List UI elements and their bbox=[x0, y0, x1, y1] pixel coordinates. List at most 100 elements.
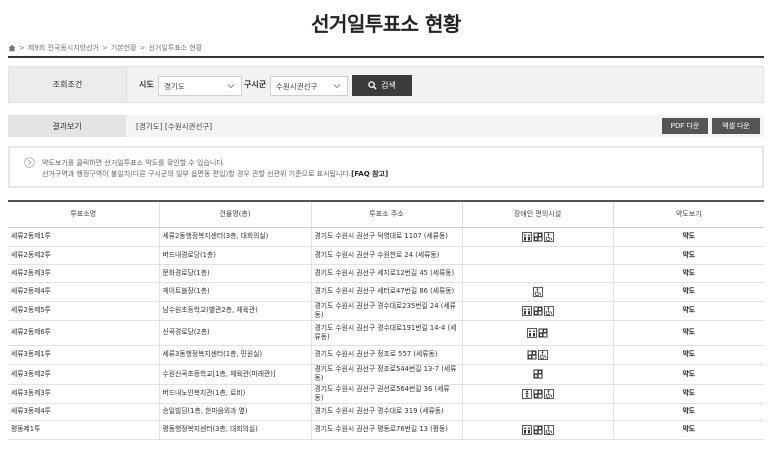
table-row: 세류2동제2투 버드내경로당(1층) 경기도 수원시 권선구 수원천로 24 (세류… bbox=[8, 246, 764, 265]
map-link[interactable]: 약도 bbox=[612, 320, 764, 346]
search-button-label: 검색 bbox=[381, 81, 396, 90]
facility-icons bbox=[461, 264, 613, 283]
notice-text-1: 약도보기를 클릭하면 선거일투표소 약도를 확인할 수 있습니다. bbox=[42, 159, 226, 167]
facility-icons bbox=[461, 420, 613, 440]
station-name: 세류2동제1투 bbox=[8, 227, 159, 247]
station-address: 경기도 수원시 권선구 세터로47번길 86 (세류동) bbox=[310, 282, 462, 302]
breadcrumb-item[interactable]: 기본현황 bbox=[111, 43, 137, 53]
map-link[interactable]: 약도 bbox=[612, 345, 764, 365]
search-condition-label: 조회조건 bbox=[9, 67, 127, 102]
facility-icons bbox=[461, 301, 613, 321]
wheelchair-icon bbox=[538, 349, 548, 360]
gusigun-select[interactable]: 수원시권선구 bbox=[270, 76, 348, 96]
result-label: 결과보기 bbox=[8, 115, 126, 137]
table-row: 세류3동제2투 수원신곡초등학교[1층, 체육관(미래관)] 경기도 수원시 권선구… bbox=[8, 364, 764, 385]
map-link[interactable]: 약도 bbox=[612, 364, 764, 385]
excel-download-button[interactable]: 엑셀 다운 bbox=[712, 118, 760, 134]
table-row: 세류2동제6투 신곡경로당(2층) 경기도 수원시 권선구 경수대로191번길 14… bbox=[8, 320, 764, 346]
table-header-row: 투표소명 건물명(층) 투표소 주소 장애인 편의시설 약도보기 bbox=[8, 200, 764, 228]
map-link[interactable]: 약도 bbox=[612, 403, 764, 421]
map-link[interactable]: 약도 bbox=[612, 246, 764, 265]
table-row: 세류2동제4투 게이트볼장(1층) 경기도 수원시 권선구 세터로47번길 86 (… bbox=[8, 282, 764, 302]
facility-icons bbox=[461, 227, 613, 247]
toilet-icon bbox=[527, 350, 537, 359]
pdf-download-button[interactable]: PDF 다운 bbox=[662, 118, 708, 134]
facility-icons bbox=[461, 246, 613, 265]
building-name: 남수원초등학교(별관2층, 체육관) bbox=[158, 301, 311, 321]
breadcrumb-item[interactable]: 선거일투표소 현황 bbox=[148, 43, 202, 53]
station-name: 세류2동제4투 bbox=[8, 282, 159, 302]
station-address: 경기도 수원시 권선구 세지로12번길 45 (세류동) bbox=[310, 264, 462, 283]
station-name: 세류3동제1투 bbox=[8, 345, 159, 365]
map-link[interactable]: 약도 bbox=[612, 420, 764, 440]
elevator-icon bbox=[521, 231, 532, 242]
station-name: 세류2동제6투 bbox=[8, 320, 159, 346]
breadcrumb: > 제9회 전국동시지방선거 > 기본현황 > 선거일투표소 현황 bbox=[8, 43, 202, 53]
breadcrumb-item[interactable]: 제9회 전국동시지방선거 bbox=[28, 43, 99, 53]
search-button[interactable]: 검색 bbox=[352, 75, 412, 96]
sido-select-value: 경기도 bbox=[164, 81, 185, 91]
table-row: 세류3동제1투 세류3동행정복지센터(1층, 민원실) 경기도 수원시 권선구 정조… bbox=[8, 345, 764, 365]
station-address: 경기도 수원시 권선구 덕영대로 1107 (세류동) bbox=[310, 227, 462, 247]
building-name: 평동행정복지센터(3층, 대회의실) bbox=[158, 420, 311, 440]
building-name: 게이트볼장(1층) bbox=[158, 282, 311, 302]
map-link[interactable]: 약도 bbox=[612, 282, 764, 302]
sido-label: 시도 bbox=[139, 80, 154, 89]
col-header-map: 약도보기 bbox=[612, 200, 764, 228]
polling-station-table: 투표소명 건물명(층) 투표소 주소 장애인 편의시설 약도보기 세류2동제1투… bbox=[8, 200, 764, 440]
map-link[interactable]: 약도 bbox=[612, 227, 764, 247]
station-address: 경기도 수원시 권선구 경수대로191번길 14-4 (세류동) bbox=[310, 320, 462, 346]
station-name: 세류3동제3투 bbox=[8, 384, 159, 404]
map-link[interactable]: 약도 bbox=[612, 384, 764, 404]
table-row: 세류2동제3투 문화경로당(1층) 경기도 수원시 권선구 세지로12번길 45 (… bbox=[8, 264, 764, 283]
station-name: 세류2동제5투 bbox=[8, 301, 159, 321]
col-header-address: 투표소 주소 bbox=[310, 200, 462, 228]
station-name: 세류3동제2투 bbox=[8, 364, 159, 385]
wheelchair-icon bbox=[532, 286, 543, 297]
ramp-icon bbox=[521, 388, 532, 399]
header-divider bbox=[8, 56, 764, 58]
building-name: 문화경로당(1층) bbox=[158, 264, 311, 283]
building-name: 세류2동행정복지센터(3층, 대회의실) bbox=[158, 227, 311, 247]
info-arrow-icon bbox=[24, 157, 35, 168]
station-address: 경기도 수원시 권선구 정조로 557 (세류동) bbox=[310, 345, 462, 365]
facility-icons bbox=[461, 364, 613, 385]
toilet-icon bbox=[533, 425, 542, 434]
toilet-icon bbox=[533, 232, 542, 241]
page-title: 선거일투표소 현황 bbox=[311, 12, 461, 36]
gusigun-select-value: 수원시권선구 bbox=[276, 81, 318, 91]
station-name: 세류2동제3투 bbox=[8, 264, 159, 283]
search-icon bbox=[368, 81, 377, 90]
faq-link[interactable]: [FAQ 참고] bbox=[351, 170, 388, 178]
building-name: 승일빌딩(1층, 한마음외과 옆) bbox=[158, 403, 311, 421]
chevron-down-icon bbox=[333, 84, 341, 89]
toilet-icon bbox=[533, 369, 542, 379]
station-address: 경기도 수원시 권선구 평동로76번길 13 (평동) bbox=[310, 420, 462, 440]
building-name: 세류3동행정복지센터(1층, 민원실) bbox=[158, 345, 311, 365]
station-address: 경기도 수원시 권선구 권선로564번길 36 (세류동) bbox=[310, 384, 462, 404]
station-name: 평동제1투 bbox=[8, 420, 159, 440]
notice-box: 약도보기를 클릭하면 선거일투표소 약도를 확인할 수 있습니다. 선거구역과 … bbox=[8, 146, 764, 188]
result-bar: 결과보기 [경기도] [수원시권선구] PDF 다운 엑셀 다운 bbox=[8, 115, 764, 137]
result-condition-text: [경기도] [수원시권선구] bbox=[136, 122, 213, 131]
wheelchair-icon bbox=[543, 231, 554, 242]
station-address: 경기도 수원시 권선구 경수대로 319 (세류동) bbox=[310, 403, 462, 421]
elevator-icon bbox=[527, 327, 537, 338]
map-link[interactable]: 약도 bbox=[612, 264, 764, 283]
facility-icons bbox=[461, 345, 613, 365]
home-icon[interactable] bbox=[8, 44, 16, 52]
facility-icons bbox=[461, 320, 613, 346]
station-name: 세류3동제4투 bbox=[8, 403, 159, 421]
col-header-facilities: 장애인 편의시설 bbox=[461, 200, 613, 228]
station-address: 경기도 수원시 권선구 수원천로 24 (세류동) bbox=[310, 246, 462, 265]
gusigun-label: 구시군 bbox=[244, 80, 267, 89]
map-link[interactable]: 약도 bbox=[612, 301, 764, 321]
facility-icons bbox=[461, 282, 613, 302]
table-row: 세류2동제1투 세류2동행정복지센터(3층, 대회의실) 경기도 수원시 권선구 덕… bbox=[8, 227, 764, 247]
elevator-icon bbox=[521, 305, 532, 316]
wheelchair-icon bbox=[543, 424, 554, 435]
toilet-icon bbox=[538, 328, 548, 337]
station-name: 세류2동제2투 bbox=[8, 246, 159, 265]
sido-select[interactable]: 경기도 bbox=[158, 76, 242, 96]
table-row: 세류3동제3투 버드내노인복지관(1층, 로비) 경기도 수원시 권선구 권선로56… bbox=[8, 384, 764, 404]
